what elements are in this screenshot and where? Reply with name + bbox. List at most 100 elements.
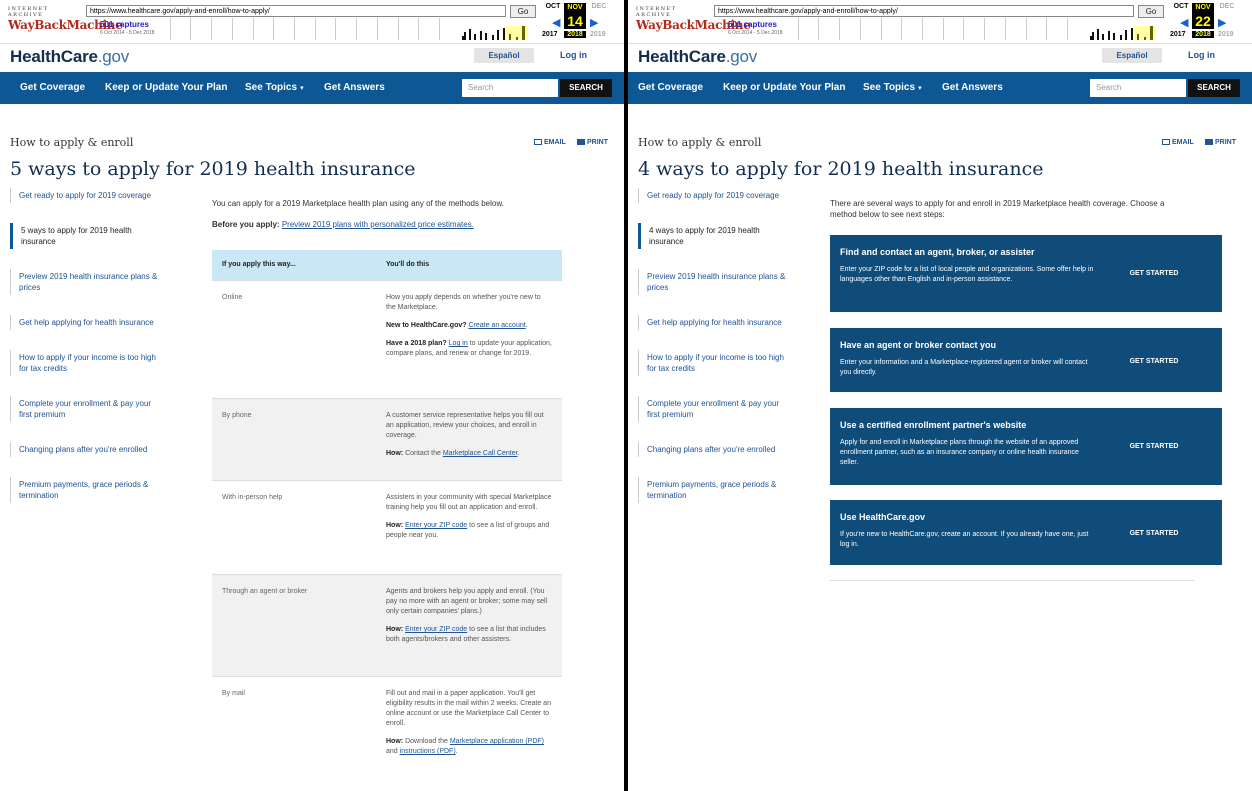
- wayback-url-input[interactable]: https://www.healthcare.gov/apply-and-enr…: [714, 5, 1134, 17]
- get-started-button[interactable]: GET STARTED: [1116, 530, 1192, 537]
- get-started-button[interactable]: GET STARTED: [1116, 443, 1192, 450]
- preview-plans-link[interactable]: Preview 2019 plans with personalized pri…: [282, 220, 474, 229]
- wayback-logo[interactable]: INTERNET ARCHIVE WayBackMachine: [636, 6, 751, 32]
- sidenav-item[interactable]: Changing plans after you're enrolled: [638, 442, 786, 457]
- log-in-link[interactable]: Log in: [449, 340, 468, 347]
- wayback-url-input[interactable]: https://www.healthcare.gov/apply-and-enr…: [86, 5, 506, 17]
- call-center-link[interactable]: Marketplace Call Center: [443, 450, 518, 457]
- sidenav-item-active[interactable]: 5 ways to apply for 2019 health insuranc…: [10, 223, 158, 249]
- table-row: Online How you apply depends on whether …: [212, 280, 562, 398]
- create-account-link[interactable]: Create an account: [468, 322, 525, 329]
- year-prev[interactable]: 2017: [1170, 31, 1186, 38]
- wayback-logo[interactable]: INTERNET ARCHIVE WayBackMachine: [8, 6, 123, 32]
- left-panel: INTERNET ARCHIVE WayBackMachine https://…: [0, 0, 624, 791]
- sidenav-item[interactable]: Premium payments, grace periods & termin…: [10, 477, 158, 503]
- col-header-action: You'll do this: [386, 261, 430, 268]
- wayback-go-button[interactable]: Go: [510, 5, 536, 18]
- sidenav-item[interactable]: Get help applying for health insurance: [638, 315, 786, 330]
- card-body: If you're new to HealthCare.gov, create …: [840, 531, 1089, 548]
- capture-sparkline[interactable]: [1090, 26, 1156, 40]
- sidenav-item[interactable]: How to apply if your income is too high …: [638, 350, 786, 376]
- sidenav-item[interactable]: Complete your enrollment & pay your firs…: [638, 396, 786, 422]
- apply-methods-table: If you apply this way... You'll do this …: [212, 250, 562, 786]
- wayback-toolbar: INTERNET ARCHIVE WayBackMachine https://…: [628, 0, 1252, 44]
- espanol-button[interactable]: Español: [1102, 48, 1162, 63]
- breadcrumb[interactable]: How to apply & enroll: [638, 136, 761, 149]
- email-button[interactable]: EMAIL: [1162, 139, 1194, 146]
- card-body: Enter your ZIP code for a list of local …: [840, 266, 1094, 283]
- search-input[interactable]: Search: [1090, 79, 1186, 97]
- captures-link[interactable]: 501 captures: [728, 20, 777, 29]
- zip-code-link[interactable]: Enter your ZIP code: [405, 522, 467, 529]
- month-next[interactable]: DEC: [588, 3, 610, 10]
- month-prev[interactable]: OCT: [542, 3, 564, 10]
- captures-range: 6 Oct 2014 - 5 Dec 2018: [100, 30, 155, 36]
- sidenav-item[interactable]: Complete your enrollment & pay your firs…: [10, 396, 158, 422]
- login-link[interactable]: Log in: [560, 50, 587, 60]
- wayback-toolbar: INTERNET ARCHIVE WayBackMachine https://…: [0, 0, 624, 44]
- sidenav-item[interactable]: How to apply if your income is too high …: [10, 350, 158, 376]
- sidenav-item[interactable]: Get ready to apply for 2019 coverage: [10, 188, 158, 203]
- capture-timeline[interactable]: [150, 18, 441, 40]
- nav-see-topics[interactable]: See Topics ▾: [245, 82, 304, 93]
- healthcare-logo[interactable]: HealthCare.gov: [10, 47, 129, 67]
- sidenav-item[interactable]: Changing plans after you're enrolled: [10, 442, 158, 457]
- captures-link[interactable]: 501 captures: [100, 20, 149, 29]
- year-next[interactable]: 2019: [590, 31, 606, 38]
- prev-capture-icon[interactable]: ◀: [552, 16, 560, 29]
- side-nav: Get ready to apply for 2019 coverage 5 w…: [10, 188, 158, 523]
- table-row: By phone A customer service representati…: [212, 398, 562, 480]
- nav-get-answers[interactable]: Get Answers: [324, 82, 385, 93]
- get-started-button[interactable]: GET STARTED: [1116, 358, 1192, 365]
- card-title: Have an agent or broker contact you: [840, 340, 997, 350]
- nav-keep-update-plan[interactable]: Keep or Update Your Plan: [105, 82, 227, 93]
- wayback-go-button[interactable]: Go: [1138, 5, 1164, 18]
- capture-sparkline[interactable]: [462, 26, 528, 40]
- instructions-link[interactable]: instructions (PDF): [400, 748, 456, 755]
- nav-get-coverage[interactable]: Get Coverage: [638, 82, 703, 93]
- login-link[interactable]: Log in: [1188, 50, 1215, 60]
- main-nav: Get Coverage Keep or Update Your Plan Se…: [0, 72, 624, 104]
- card-title: Use HealthCare.gov: [840, 512, 926, 522]
- sidenav-item[interactable]: Get help applying for health insurance: [10, 315, 158, 330]
- nav-get-coverage[interactable]: Get Coverage: [20, 82, 85, 93]
- side-nav: Get ready to apply for 2019 coverage 4 w…: [638, 188, 786, 523]
- mail-icon: [1162, 139, 1170, 145]
- capture-day: 22: [1192, 13, 1214, 29]
- card-title: Use a certified enrollment partner's web…: [840, 420, 1027, 430]
- print-button[interactable]: PRINT: [1205, 139, 1236, 146]
- sidenav-item[interactable]: Preview 2019 health insurance plans & pr…: [10, 269, 158, 295]
- zip-code-link[interactable]: Enter your ZIP code: [405, 626, 467, 633]
- next-capture-icon[interactable]: ▶: [590, 16, 598, 29]
- breadcrumb[interactable]: How to apply & enroll: [10, 136, 133, 149]
- nav-get-answers[interactable]: Get Answers: [942, 82, 1003, 93]
- table-row: Through an agent or broker Agents and br…: [212, 574, 562, 676]
- year-prev[interactable]: 2017: [542, 31, 558, 38]
- get-started-button[interactable]: GET STARTED: [1116, 270, 1192, 277]
- prev-capture-icon[interactable]: ◀: [1180, 16, 1188, 29]
- nav-see-topics[interactable]: See Topics ▾: [863, 82, 922, 93]
- month-next[interactable]: DEC: [1216, 3, 1238, 10]
- print-button[interactable]: PRINT: [577, 139, 608, 146]
- month-current: NOV: [1192, 3, 1214, 13]
- search-button[interactable]: SEARCH: [560, 79, 612, 97]
- paper-application-link[interactable]: Marketplace application (PDF): [450, 738, 544, 745]
- espanol-button[interactable]: Español: [474, 48, 534, 63]
- email-button[interactable]: EMAIL: [534, 139, 566, 146]
- divider-line: [830, 580, 1194, 581]
- sidenav-item-active[interactable]: 4 ways to apply for 2019 health insuranc…: [638, 223, 786, 249]
- card-body: Apply for and enroll in Marketplace plan…: [840, 439, 1079, 466]
- month-prev[interactable]: OCT: [1170, 3, 1192, 10]
- healthcare-logo[interactable]: HealthCare.gov: [638, 47, 757, 67]
- next-capture-icon[interactable]: ▶: [1218, 16, 1226, 29]
- capture-timeline[interactable]: [778, 18, 1069, 40]
- nav-keep-update-plan[interactable]: Keep or Update Your Plan: [723, 82, 845, 93]
- sidenav-item[interactable]: Get ready to apply for 2019 coverage: [638, 188, 786, 203]
- search-input[interactable]: Search: [462, 79, 558, 97]
- year-next[interactable]: 2019: [1218, 31, 1234, 38]
- sidenav-item[interactable]: Preview 2019 health insurance plans & pr…: [638, 269, 786, 295]
- sidenav-item[interactable]: Premium payments, grace periods & termin…: [638, 477, 786, 503]
- chevron-down-icon: ▾: [918, 85, 922, 92]
- search-button[interactable]: SEARCH: [1188, 79, 1240, 97]
- capture-calendar: OCT NOV DEC ◀ 22 ▶ 2017 2018 2019: [1166, 3, 1252, 43]
